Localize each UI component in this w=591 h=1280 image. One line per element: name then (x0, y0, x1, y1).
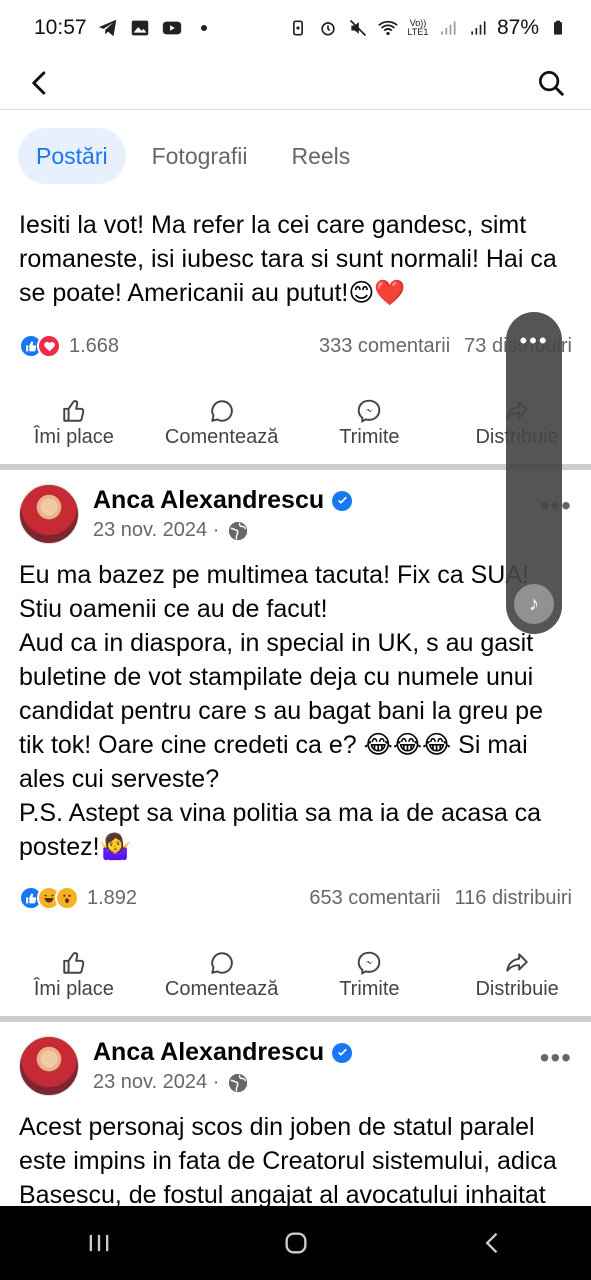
back-arrow-icon (32, 71, 46, 94)
alarm-icon (317, 17, 339, 39)
send-label: Trimite (339, 977, 400, 1000)
clock: 10:57 (34, 16, 87, 39)
post: Iesiti la vot! Ma refer la cei care gand… (0, 208, 591, 464)
shares-count[interactable]: 116 distribuiri (455, 887, 572, 910)
battery-icon (547, 17, 569, 39)
post-header: Anca Alexandrescu 23 nov. 2024 · ••• (0, 1022, 591, 1110)
love-reaction-icon (37, 334, 61, 358)
avatar[interactable] (19, 484, 79, 544)
share-label: Distribuie (475, 977, 559, 1000)
recent-apps-icon (89, 1234, 108, 1252)
reaction-icons[interactable] (19, 334, 61, 358)
dot-icon (193, 17, 215, 39)
back-button[interactable] (22, 65, 58, 101)
post-text: Acest personaj scos din joben de statul … (19, 1113, 557, 1206)
send-button[interactable]: Trimite (309, 950, 429, 1001)
post-text: Iesiti la vot! Ma refer la cei care gand… (19, 211, 564, 307)
comment-bubble-icon (210, 951, 233, 974)
music-note-icon[interactable]: ♪ (514, 584, 554, 624)
post-header: Anca Alexandrescu 23 nov. 2024 · ••• (0, 470, 591, 558)
avatar[interactable] (19, 1036, 79, 1096)
like-button[interactable]: Îmi place (14, 398, 134, 449)
search-button[interactable] (533, 65, 569, 101)
back-chevron-icon (485, 1232, 497, 1254)
floating-media-bubble[interactable]: ••• ♪ (506, 312, 562, 634)
post-actions: Îmi place Comentează Trimite Distribuie (0, 382, 591, 464)
top-app-bar (0, 56, 591, 110)
tab-fotografii[interactable]: Fotografii (134, 128, 266, 184)
post-stats: 1.892 653 comentarii 116 distribuiri (0, 876, 591, 920)
like-label: Îmi place (33, 425, 114, 448)
mute-icon (347, 17, 369, 39)
volte-icon: Vo)) LTE1 (407, 18, 429, 37)
tab-postari[interactable]: Postări (18, 128, 126, 184)
share-button[interactable]: Distribuie (457, 950, 577, 1001)
signal-icon (467, 17, 489, 39)
wow-reaction-icon (55, 886, 79, 910)
tab-reels[interactable]: Reels (273, 128, 368, 184)
comment-label: Comentează (164, 977, 279, 1000)
battery-percent: 87% (496, 16, 539, 39)
messenger-icon (358, 399, 381, 423)
post-actions: Îmi place Comentează Trimite Distribuie (0, 934, 591, 1016)
gallery-icon (129, 17, 151, 39)
post: Anca Alexandrescu 23 nov. 2024 · ••• Eu … (0, 470, 591, 1016)
bubble-menu-button[interactable]: ••• (519, 328, 548, 354)
send-button[interactable]: Trimite (309, 398, 429, 449)
telegram-icon (97, 17, 119, 39)
globe-icon (229, 521, 248, 540)
post-date[interactable]: 23 nov. 2024 · (93, 519, 219, 542)
verified-badge-icon (332, 490, 353, 511)
comment-bubble-icon (210, 399, 233, 422)
status-bar: 10:57 Vo)) LTE1 87% (0, 0, 591, 56)
thumbs-up-icon (63, 951, 85, 974)
recent-apps-button[interactable] (69, 1213, 129, 1273)
post: Anca Alexandrescu 23 nov. 2024 · ••• Ace… (0, 1022, 591, 1206)
wifi-icon (377, 17, 399, 39)
author-name[interactable]: Anca Alexandrescu (93, 1038, 324, 1067)
signal-icon (437, 17, 459, 39)
search-icon (539, 70, 564, 96)
like-label: Îmi place (33, 977, 114, 1000)
home-button[interactable] (266, 1213, 326, 1273)
post-stats: 1.668 333 comentarii 73 distribuiri (0, 324, 591, 368)
system-navigation-bar (0, 1206, 591, 1280)
share-arrow-icon (506, 952, 528, 972)
comment-label: Comentează (164, 425, 279, 448)
thumbs-up-icon (63, 399, 85, 422)
verified-badge-icon (332, 1042, 353, 1063)
author-name[interactable]: Anca Alexandrescu (93, 486, 324, 515)
comment-button[interactable]: Comentează (162, 398, 282, 449)
profile-tabs: Postări Fotografii Reels (18, 128, 368, 184)
messenger-icon (358, 951, 381, 975)
reaction-icons[interactable] (19, 886, 79, 910)
home-icon (285, 1232, 306, 1254)
youtube-icon (161, 17, 183, 39)
like-button[interactable]: Îmi place (14, 950, 134, 1001)
globe-icon (229, 1073, 248, 1092)
reaction-count[interactable]: 1.668 (69, 335, 119, 358)
send-label: Trimite (339, 425, 400, 448)
comments-count[interactable]: 653 comentarii (309, 887, 440, 910)
post-date[interactable]: 23 nov. 2024 · (93, 1071, 219, 1094)
comment-button[interactable]: Comentează (162, 950, 282, 1001)
back-nav-button[interactable] (463, 1213, 523, 1273)
reaction-count[interactable]: 1.892 (87, 887, 137, 910)
post-more-button[interactable]: ••• (540, 1042, 572, 1074)
post-text: Eu ma bazez pe multimea tacuta! Fix ca S… (19, 561, 543, 861)
battery-saver-icon (287, 17, 309, 39)
posts-feed[interactable]: Iesiti la vot! Ma refer la cei care gand… (0, 198, 591, 1206)
comments-count[interactable]: 333 comentarii (319, 335, 450, 358)
